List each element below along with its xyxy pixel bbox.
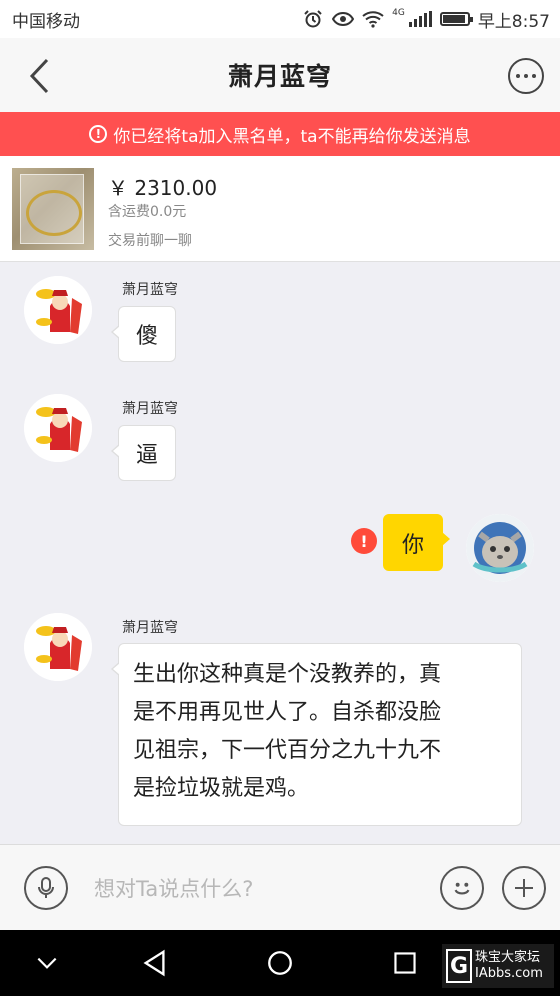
- voice-button[interactable]: [24, 866, 68, 910]
- status-bar: 中国移动 4G 早上8:57: [0, 0, 560, 38]
- avatar[interactable]: [24, 613, 92, 681]
- more-button[interactable]: [508, 58, 544, 94]
- message-bubble-outgoing[interactable]: 你: [383, 514, 450, 571]
- more-icon: [516, 74, 520, 78]
- message-bubble[interactable]: 生出你这种真是个没教养的，真 是不用再见世人了。自杀都没脸 见祖宗，下一代百分之…: [111, 643, 522, 826]
- more-icon-dot: [524, 74, 528, 78]
- message-text: 傻: [135, 324, 158, 349]
- clock: 早上8:57: [477, 11, 550, 32]
- message-text: 逼: [135, 443, 158, 468]
- alert-icon: !: [89, 125, 108, 143]
- message-text-line: 是不用再见世人了。自杀都没脸: [133, 700, 442, 725]
- message-bubble[interactable]: 逼: [111, 425, 176, 481]
- message-bubble[interactable]: 傻: [111, 306, 176, 362]
- signal-icon: [408, 11, 432, 27]
- sender-name: 萧月蓝穹: [122, 282, 178, 298]
- avatar[interactable]: [24, 276, 92, 344]
- recents-square-icon: [394, 952, 416, 974]
- nav-home-button[interactable]: [265, 948, 295, 978]
- home-circle-icon: [268, 951, 292, 975]
- network-type: 4G: [392, 7, 405, 18]
- watermark-line2: IAbbs.com: [475, 966, 543, 981]
- microphone-icon: [38, 877, 54, 898]
- sender-name: 萧月蓝穹: [122, 401, 178, 417]
- fortune-god-avatar-icon: [24, 276, 92, 344]
- fortune-god-avatar-icon: [24, 613, 92, 681]
- watermark-logo: G: [446, 949, 472, 983]
- fortune-god-avatar-icon: [24, 394, 92, 462]
- nav-hide-button[interactable]: [32, 948, 62, 978]
- battery-icon: [439, 12, 473, 26]
- product-image-ring: [26, 190, 82, 236]
- page-title: 萧月蓝穹: [227, 62, 332, 91]
- message-input-bar: 想对Ta说点什么?: [0, 844, 560, 930]
- blacklist-banner: ! 你已经将ta加入黑名单，ta不能再给你发送消息: [0, 112, 560, 156]
- emoji-button[interactable]: [440, 866, 484, 910]
- chat-header: 萧月蓝穹: [0, 38, 560, 112]
- status-icons: 4G 早上8:57: [302, 7, 550, 32]
- product-shipping: 含运费0.0元: [108, 204, 187, 220]
- more-icon-dot: [532, 74, 536, 78]
- eye-icon: [332, 11, 355, 27]
- wifi-icon: [362, 11, 384, 28]
- nav-recents-button[interactable]: [390, 948, 420, 978]
- cat-astronaut-avatar-icon: [466, 514, 534, 582]
- banner-text: 你已经将ta加入黑名单，ta不能再给你发送消息: [113, 126, 471, 147]
- message-text-line: 是捡垃圾就是鸡。: [133, 776, 310, 801]
- send-failed-icon[interactable]: !: [351, 528, 377, 554]
- chevron-down-icon: [37, 957, 57, 969]
- back-triangle-icon: [143, 949, 165, 977]
- chevron-left-icon: [29, 58, 49, 94]
- product-card[interactable]: [0, 156, 560, 262]
- smiley-icon: [454, 882, 470, 895]
- message-text-line: 生出你这种真是个没教养的，真: [133, 662, 442, 687]
- alarm-icon: [304, 10, 322, 28]
- message-text: 你: [401, 532, 424, 558]
- watermark: G 珠宝大家坛 IAbbs.com: [442, 944, 554, 988]
- message-input[interactable]: 想对Ta说点什么?: [94, 873, 253, 903]
- plus-icon: [515, 879, 533, 897]
- carrier-label: 中国移动: [12, 11, 80, 32]
- watermark-line1: 珠宝大家坛: [475, 950, 541, 965]
- product-price: ￥ 2310.00: [108, 176, 218, 200]
- product-image[interactable]: [12, 168, 94, 250]
- message-text-line: 见祖宗，下一代百分之九十九不: [133, 738, 442, 763]
- back-button[interactable]: [22, 56, 62, 96]
- system-nav-bar: G 珠宝大家坛 IAbbs.com: [0, 930, 560, 996]
- my-avatar[interactable]: [466, 514, 534, 582]
- add-button[interactable]: [502, 866, 546, 910]
- avatar[interactable]: [24, 394, 92, 462]
- nav-back-button[interactable]: [140, 948, 170, 978]
- sender-name: 萧月蓝穹: [122, 620, 178, 636]
- watermark-text: 珠宝大家坛 IAbbs.com: [475, 950, 543, 982]
- product-note: 交易前聊一聊: [108, 233, 192, 249]
